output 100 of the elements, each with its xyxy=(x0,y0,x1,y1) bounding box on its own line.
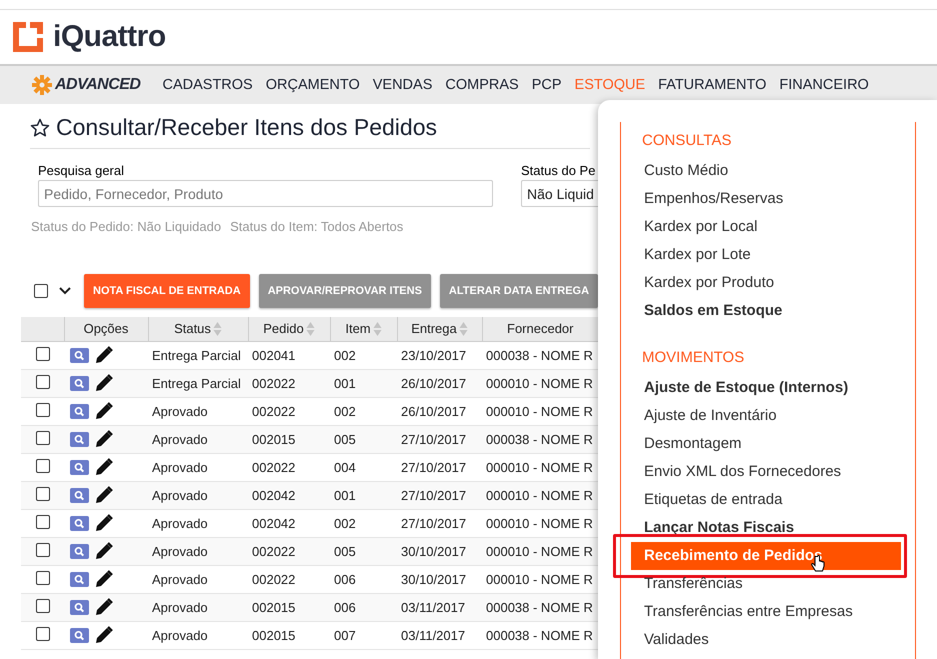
row-checkbox[interactable] xyxy=(36,598,50,612)
pencil-icon[interactable] xyxy=(95,430,113,448)
brand-name: iQuattro xyxy=(53,20,166,54)
pencil-icon[interactable] xyxy=(95,598,113,616)
search-icon[interactable] xyxy=(70,572,89,586)
table-cell: 004 xyxy=(330,453,397,481)
menu-item[interactable]: Transferências entre Empresas xyxy=(631,598,901,626)
table-cell: 006 xyxy=(330,565,397,593)
nav-item[interactable]: COMPRAS xyxy=(445,77,519,93)
table-cell: Aprovado xyxy=(148,481,248,509)
menu-item[interactable]: Ajuste de Estoque (Internos) xyxy=(631,374,901,402)
search-icon[interactable] xyxy=(70,376,89,390)
row-checkbox[interactable] xyxy=(36,346,50,360)
table-cell: 002022 xyxy=(248,369,330,397)
table-cell: Aprovado xyxy=(148,425,248,453)
menu-item[interactable]: Envio XML dos Fornecedores xyxy=(631,458,901,486)
nav-item[interactable]: FINANCEIRO xyxy=(779,77,869,93)
filter-summary: Status do Pedido: Não Liquidado xyxy=(31,219,222,234)
pencil-icon[interactable] xyxy=(95,486,113,504)
column-header: Fornecedor xyxy=(507,321,574,336)
table-cell: Aprovado xyxy=(148,621,248,649)
pencil-icon[interactable] xyxy=(95,570,113,588)
search-icon[interactable] xyxy=(70,628,89,642)
table-cell: 27/10/2017 xyxy=(397,509,482,537)
row-checkbox[interactable] xyxy=(36,514,50,528)
caret-icon[interactable] xyxy=(59,287,71,295)
table-cell: Entrega Parcial xyxy=(148,341,248,369)
menu-item[interactable]: Ajuste de Inventário xyxy=(631,402,901,430)
nav-item[interactable]: VENDAS xyxy=(372,77,432,93)
table-cell: 005 xyxy=(330,425,397,453)
search-icon[interactable] xyxy=(70,404,89,418)
search-icon[interactable] xyxy=(70,348,89,362)
menu-item[interactable]: Kardex por Local xyxy=(631,213,901,241)
menu-item[interactable]: Empenhos/Reservas xyxy=(631,185,901,213)
row-checkbox[interactable] xyxy=(36,542,50,556)
menu-item[interactable]: Kardex por Produto xyxy=(631,269,901,297)
menu-item[interactable]: Kardex por Lote xyxy=(631,241,901,269)
table-cell: 000010 - NOME R xyxy=(482,369,598,397)
menu-item[interactable]: Desmontagem xyxy=(631,430,901,458)
search-icon[interactable] xyxy=(70,544,89,558)
table-cell: 002041 xyxy=(248,341,330,369)
pencil-icon[interactable] xyxy=(95,458,113,476)
star-icon[interactable] xyxy=(30,118,50,138)
table-cell: 002 xyxy=(330,341,397,369)
table-cell: Entrega Parcial xyxy=(148,369,248,397)
column-header: Opções xyxy=(84,321,128,336)
field-label: Status do Pe xyxy=(521,163,596,178)
select-all-checkbox[interactable] xyxy=(34,284,48,298)
search-icon[interactable] xyxy=(70,488,89,502)
row-checkbox[interactable] xyxy=(36,458,50,472)
menu-item[interactable]: Custo Médio xyxy=(631,157,901,185)
table-cell: 26/10/2017 xyxy=(397,397,482,425)
table-cell: 002022 xyxy=(248,453,330,481)
table-cell: 002022 xyxy=(248,397,330,425)
table-cell: 27/10/2017 xyxy=(397,481,482,509)
edition-label: ADVANCED xyxy=(55,76,140,94)
search-icon[interactable] xyxy=(70,460,89,474)
menu-item[interactable]: Etiquetas de entrada xyxy=(631,486,901,514)
pencil-icon[interactable] xyxy=(95,542,113,560)
search-icon[interactable] xyxy=(70,516,89,530)
pencil-icon[interactable] xyxy=(95,402,113,420)
row-checkbox[interactable] xyxy=(36,430,50,444)
search-field[interactable]: Pedido, Fornecedor, Produto xyxy=(38,180,493,207)
table-cell: 26/10/2017 xyxy=(397,369,482,397)
row-checkbox[interactable] xyxy=(36,402,50,416)
table-cell: 002015 xyxy=(248,593,330,621)
menu-item[interactable]: Lançar Notas Fiscais xyxy=(631,514,901,542)
table-cell: 000038 - NOME R xyxy=(482,593,598,621)
row-checkbox[interactable] xyxy=(36,570,50,584)
pencil-icon[interactable] xyxy=(95,514,113,532)
row-checkbox[interactable] xyxy=(36,374,50,388)
table-cell: 30/10/2017 xyxy=(397,565,482,593)
nav-item[interactable]: ORÇAMENTO xyxy=(266,77,360,93)
table-cell: 03/11/2017 xyxy=(397,593,482,621)
table-cell: 002015 xyxy=(248,621,330,649)
menu-item[interactable]: Saldos em Estoque xyxy=(631,297,901,325)
search-icon[interactable] xyxy=(70,432,89,446)
table-cell: Aprovado xyxy=(148,453,248,481)
row-checkbox[interactable] xyxy=(36,486,50,500)
pencil-icon[interactable] xyxy=(95,346,113,364)
table-cell: 27/10/2017 xyxy=(397,453,482,481)
search-icon[interactable] xyxy=(70,600,89,614)
nav-item[interactable]: FATURAMENTO xyxy=(658,77,766,93)
pencil-icon[interactable] xyxy=(95,374,113,392)
nav-item[interactable]: CADASTROS xyxy=(162,77,253,93)
field-label: Pesquisa geral xyxy=(38,163,125,178)
row-checkbox[interactable] xyxy=(36,626,50,640)
menu-item[interactable]: Validades xyxy=(631,626,901,654)
menu-section-title: CONSULTAS xyxy=(642,132,732,149)
menu-item[interactable]: Transferências xyxy=(631,570,901,598)
table-cell: 000010 - NOME R xyxy=(482,537,598,565)
menu-section-title: MOVIMENTOS xyxy=(642,349,746,366)
table-cell: 27/10/2017 xyxy=(397,425,482,453)
table-cell: 002022 xyxy=(248,565,330,593)
filter-summary: Status do Item: Todos Abertos xyxy=(230,219,404,234)
table-cell: 30/10/2017 xyxy=(397,537,482,565)
pencil-icon[interactable] xyxy=(95,626,113,644)
nav-item[interactable]: PCP xyxy=(532,77,562,93)
table-cell: Aprovado xyxy=(148,593,248,621)
table-cell: 006 xyxy=(330,593,397,621)
